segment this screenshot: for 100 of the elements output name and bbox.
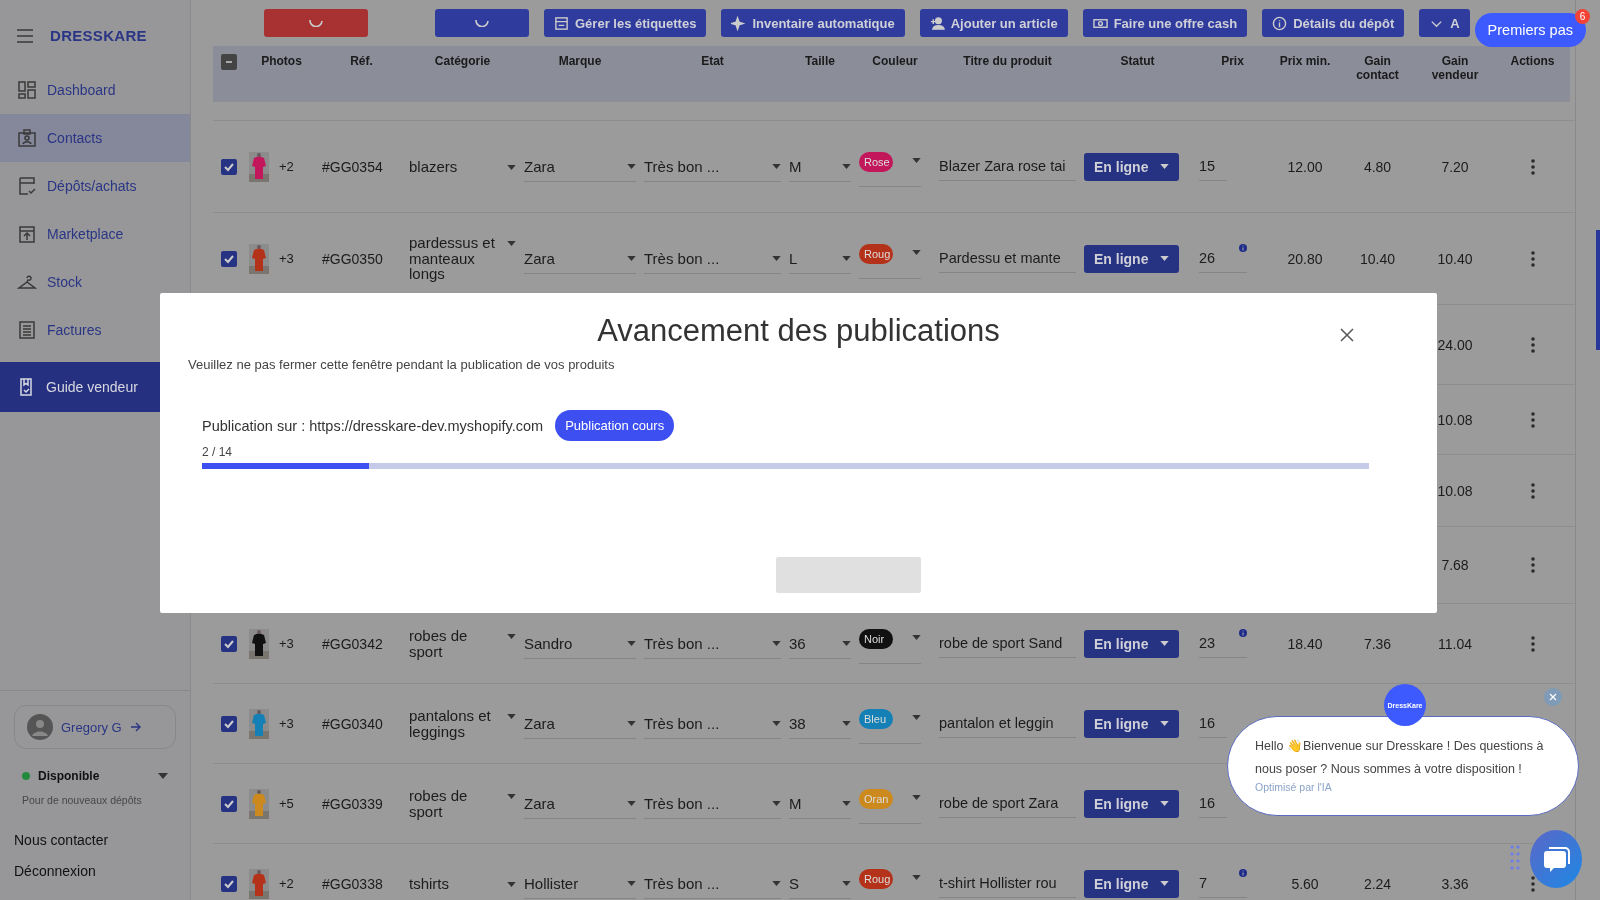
toolbar-button[interactable]: A <box>1419 9 1470 37</box>
min-price: 18.40 <box>1287 635 1323 652</box>
select-all-checkbox[interactable] <box>221 54 237 70</box>
column-header: Prix <box>1221 54 1244 68</box>
price-field[interactable]: 23 <box>1199 629 1247 658</box>
category-select[interactable]: robes de sport <box>409 621 516 666</box>
status-badge: Publication cours <box>555 410 675 441</box>
size-select[interactable]: L <box>789 243 851 274</box>
price-field[interactable]: 26 <box>1199 244 1247 273</box>
status-button[interactable]: En ligne <box>1084 629 1180 658</box>
toolbar-button[interactable]: Ajouter un article <box>919 9 1068 37</box>
more-icon[interactable] <box>1530 158 1535 175</box>
row-checkbox[interactable] <box>221 635 237 652</box>
condition-select[interactable]: Très bon ... <box>644 868 781 899</box>
nav-item[interactable]: Marketplace <box>0 210 190 258</box>
title-field[interactable]: pantalon et leggin <box>939 709 1076 738</box>
row-checkbox[interactable] <box>221 875 237 892</box>
brand-select[interactable]: Zara <box>524 788 636 819</box>
size-select[interactable]: M <box>789 151 851 182</box>
caret-icon <box>842 880 851 886</box>
status-button[interactable]: En ligne <box>1084 869 1180 898</box>
size-select[interactable]: 38 <box>789 708 851 739</box>
row-checkbox[interactable] <box>221 795 237 812</box>
chat-launcher-button[interactable] <box>1530 830 1582 888</box>
contact-gain: 4.80 <box>1363 158 1392 175</box>
sidebar-link[interactable]: Déconnexion <box>14 859 176 883</box>
color-select[interactable]: Roug <box>859 863 921 900</box>
caret-icon <box>507 164 516 170</box>
condition-select[interactable]: Très bon ... <box>644 708 781 739</box>
brand-select[interactable]: Hollister <box>524 868 636 899</box>
size-select[interactable]: 36 <box>789 628 851 659</box>
info-icon <box>1272 15 1288 31</box>
more-icon[interactable] <box>1530 875 1535 892</box>
more-icon[interactable] <box>1530 557 1535 573</box>
availability-select[interactable]: Disponible <box>14 769 176 783</box>
row-checkbox[interactable] <box>221 158 237 175</box>
price-field[interactable]: 7 <box>1199 869 1247 898</box>
more-icon[interactable] <box>1530 336 1535 353</box>
condition-select[interactable]: Très bon ... <box>644 788 781 819</box>
caret-icon <box>507 793 516 799</box>
condition-select[interactable]: Très bon ... <box>644 628 781 659</box>
brand-select[interactable]: Zara <box>524 243 636 274</box>
title-field[interactable]: Pardessu et mante <box>939 244 1076 273</box>
user-card[interactable]: Gregory G <box>14 705 176 749</box>
nav-item[interactable]: Stock <box>0 258 190 306</box>
size-select[interactable]: M <box>789 788 851 819</box>
price-field[interactable]: 15 <box>1199 152 1227 181</box>
photo-count: +5 <box>279 796 294 811</box>
more-icon[interactable] <box>1530 411 1535 428</box>
sidebar-link[interactable]: Nous contacter <box>14 828 176 852</box>
toolbar-button[interactable]: Inventaire automatique <box>721 9 905 37</box>
info-icon <box>1239 244 1247 252</box>
price-field[interactable]: 16 <box>1199 789 1227 818</box>
category-select[interactable]: pardessus et manteaux longs <box>409 228 516 289</box>
seller-gain: 10.40 <box>1437 250 1473 267</box>
status-button[interactable]: En ligne <box>1084 152 1180 181</box>
category-select[interactable]: tshirts <box>409 869 516 898</box>
chat-message: Hello 👋Bienvenue sur Dresskare ! Des questions à nous poser ? Nous sommes à votre disposition ! <box>1255 738 1545 778</box>
color-select[interactable]: Bleu <box>859 703 921 744</box>
brand-select[interactable]: Zara <box>524 708 636 739</box>
nav-item[interactable]: Dépôts/achats <box>0 162 190 210</box>
nav-item[interactable]: Factures <box>0 306 190 354</box>
toolbar-button[interactable]: Détails du dépôt <box>1262 9 1405 37</box>
brand-select[interactable]: Zara <box>524 151 636 182</box>
category-select[interactable]: robes de sport <box>409 781 516 826</box>
more-icon[interactable] <box>1530 635 1535 652</box>
color-select[interactable]: Rose <box>859 146 921 187</box>
size-select[interactable]: S <box>789 868 851 899</box>
toolbar-button[interactable]: Gérer les étiquettes <box>544 9 707 37</box>
status-button[interactable]: En ligne <box>1084 244 1180 273</box>
status-button[interactable]: En ligne <box>1084 789 1180 818</box>
more-icon[interactable] <box>1530 482 1535 499</box>
category-select[interactable]: pantalons et leggings <box>409 701 516 746</box>
color-select[interactable]: Roug <box>859 238 921 279</box>
caret-icon <box>1160 164 1170 169</box>
condition-select[interactable]: Très bon ... <box>644 151 781 182</box>
status-button[interactable]: En ligne <box>1084 709 1180 738</box>
reference-text: #GG0338 <box>322 875 383 892</box>
scrollbar[interactable] <box>1575 0 1600 900</box>
condition-select[interactable]: Très bon ... <box>644 243 781 274</box>
caret-icon <box>627 163 636 169</box>
column-header: Couleur <box>872 54 918 68</box>
row-checkbox[interactable] <box>221 715 237 732</box>
photo-count: +3 <box>279 251 294 266</box>
title-field[interactable]: t-shirt Hollister rou <box>939 869 1076 898</box>
title-field[interactable]: Blazer Zara rose tai <box>939 152 1076 181</box>
nav-item[interactable]: Dashboard <box>0 66 190 114</box>
price-field[interactable]: 16 <box>1199 709 1227 738</box>
category-select[interactable]: blazers <box>409 152 516 181</box>
menu-icon[interactable] <box>16 28 34 43</box>
title-field[interactable]: robe de sport Zara <box>939 789 1076 818</box>
brand-select[interactable]: Sandro <box>524 628 636 659</box>
column-header: Gain contact <box>1355 54 1400 82</box>
title-field[interactable]: robe de sport Sand <box>939 629 1076 658</box>
more-icon[interactable] <box>1530 250 1535 267</box>
color-select[interactable]: Noir <box>859 623 921 664</box>
row-checkbox[interactable] <box>221 250 237 267</box>
toolbar-button[interactable]: Faire une offre cash <box>1082 9 1248 37</box>
close-icon[interactable] <box>1340 328 1354 342</box>
contact-gain: 7.36 <box>1363 635 1392 652</box>
